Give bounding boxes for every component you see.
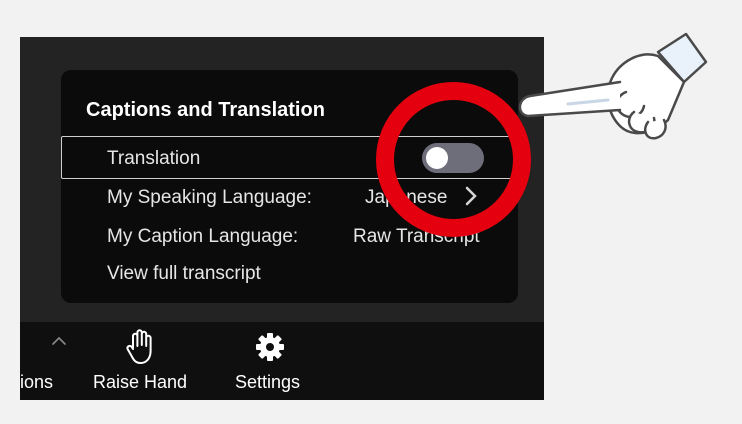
translation-label: Translation: [107, 148, 201, 169]
captions-button-partial[interactable]: ions: [20, 372, 60, 396]
caption-language-label: My Caption Language:: [107, 226, 299, 247]
captions-button-label: ions: [20, 372, 54, 392]
raise-hand-button[interactable]: Raise Hand: [93, 372, 187, 393]
pointing-hand-icon: [518, 32, 708, 140]
settings-button[interactable]: Settings: [235, 372, 300, 393]
chevron-up-icon[interactable]: [50, 335, 68, 347]
gear-icon: [256, 333, 284, 361]
view-full-transcript-link[interactable]: View full transcript: [107, 263, 261, 285]
panel-title: Captions and Translation: [86, 99, 325, 121]
speaking-language-label: My Speaking Language:: [107, 187, 312, 208]
raised-hand-icon: [126, 329, 152, 364]
